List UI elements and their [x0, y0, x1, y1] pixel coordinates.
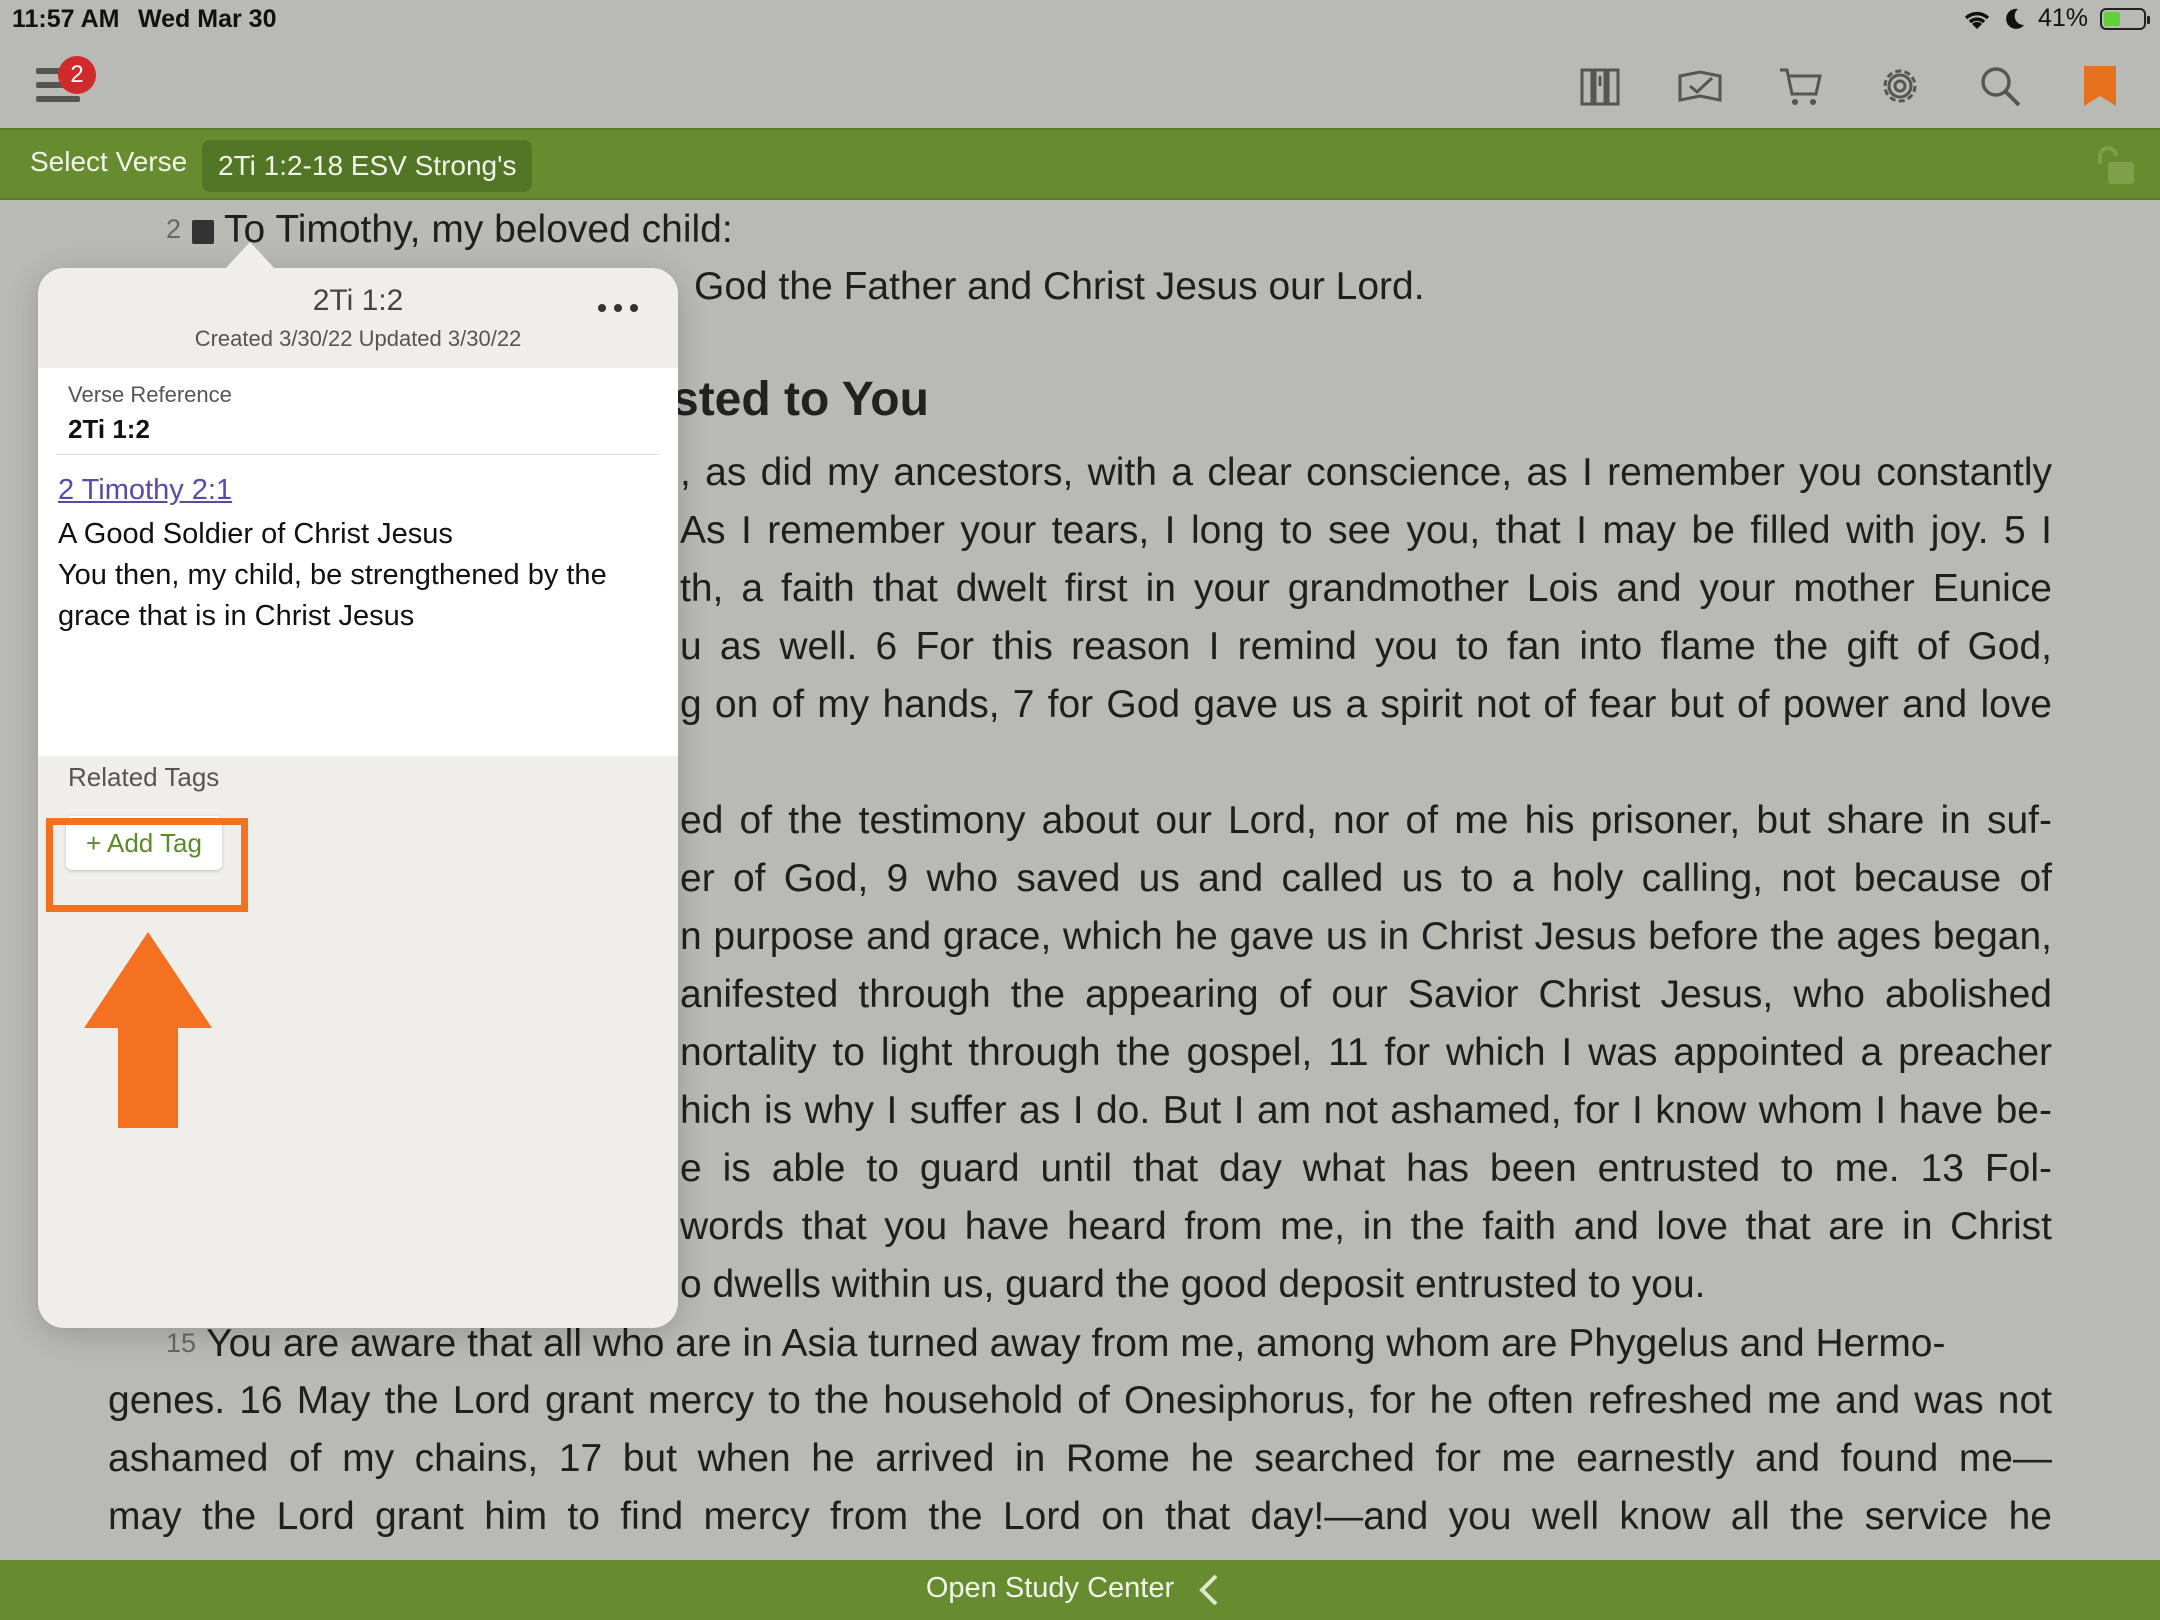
note-text-line: A Good Soldier of Christ Jesus — [58, 518, 453, 550]
popover-arrow — [224, 242, 276, 270]
note-link[interactable]: 2 Timothy 2:1 — [58, 474, 232, 507]
verse-line: 2 To Timothy, my beloved child: — [166, 200, 2110, 259]
verse-line[interactable]: e is able to guard until that day what h… — [680, 1140, 2052, 1198]
verse-line[interactable]: n purpose and grace, which he gave us in… — [680, 908, 2052, 966]
verse-number: 2 — [166, 214, 182, 244]
note-text-line: You then, my child, be strengthened by t… — [58, 559, 607, 632]
status-time: 11:57 AM — [12, 5, 120, 33]
verse-line[interactable]: As I remember your tears, I long to see … — [680, 502, 2052, 560]
bottom-bar[interactable]: Open Study Center — [0, 1560, 2160, 1620]
wifi-icon — [1964, 11, 1990, 29]
chevron-left-icon[interactable] — [1196, 1574, 1222, 1606]
verse-line[interactable]: hich is why I suffer as I do. But I am n… — [680, 1082, 2052, 1140]
battery-icon — [2100, 7, 2150, 30]
verse-line[interactable]: genes. 16 May the Lord grant mercy to th… — [108, 1372, 2052, 1430]
settings-gear-icon[interactable] — [1872, 58, 1928, 114]
status-date: Wed Mar 30 — [138, 5, 277, 33]
verse-line[interactable]: anifested through the appearing of our S… — [680, 966, 2052, 1024]
verse-line[interactable]: u as well. 6 For this reason I remind yo… — [680, 618, 2052, 676]
more-dot — [614, 304, 622, 312]
verse-text[interactable]: You are aware that all who are in Asia t… — [206, 1322, 1945, 1365]
open-study-center-button[interactable]: Open Study Center — [0, 1572, 2100, 1605]
verse-line[interactable]: th, a faith that dwelt first in your gra… — [680, 560, 2052, 618]
arrow-up-icon — [84, 932, 212, 1128]
battery-percent: 41% — [2037, 4, 2088, 32]
highlight-box — [46, 818, 248, 912]
cart-icon[interactable] — [1772, 58, 1828, 114]
note-icon[interactable] — [191, 220, 214, 244]
verse-line[interactable]: o dwells within us, guard the good depos… — [680, 1256, 2052, 1314]
verse-line[interactable]: may the Lord grant him to find mercy fro… — [108, 1488, 2052, 1546]
note-title: 2Ti 1:2 — [312, 284, 404, 317]
verse-line[interactable]: ed of the testimony about our Lord, nor … — [680, 792, 2052, 850]
library-icon[interactable] — [1572, 58, 1628, 114]
verse-line[interactable]: er of God, 9 who saved us and called us … — [680, 850, 2052, 908]
battery-fill — [2104, 11, 2120, 26]
verse-text[interactable]: To Timothy, my beloved child: — [224, 208, 733, 251]
menu-icon-bar — [36, 96, 80, 102]
note-popover: 2Ti 1:2 Created 3/30/22 Updated 3/30/22 … — [38, 242, 678, 1328]
more-options-button[interactable] — [598, 298, 638, 318]
related-tags-label: Related Tags — [68, 762, 220, 792]
verse-line: God the Father and Christ Jesus our Lord… — [694, 258, 2160, 316]
status-right: 41% — [1962, 4, 2150, 33]
verse-reference-label: Verse Reference — [68, 382, 232, 407]
verse-line[interactable]: words that you have heard from me, in th… — [680, 1198, 2052, 1256]
more-dot — [630, 304, 638, 312]
divider — [56, 454, 660, 455]
reading-plan-icon[interactable] — [1672, 58, 1728, 114]
reference-pill[interactable]: 2Ti 1:2-18 ESV Strong's — [202, 140, 533, 192]
notification-badge: 2 — [58, 56, 96, 94]
note-dates: Created 3/30/22 Updated 3/30/22 — [194, 326, 522, 351]
moon-icon — [2006, 8, 2024, 29]
status-bar: 11:57 AM Wed Mar 30 41% — [0, 0, 2160, 40]
select-verse-button[interactable]: Select Verse — [30, 146, 187, 178]
verse-line[interactable]: , as did my ancestors, with a clear cons… — [680, 444, 2052, 502]
toolbar: 2 — [0, 40, 2160, 128]
verse-reference-value[interactable]: 2Ti 1:2 — [68, 414, 150, 445]
note-text[interactable]: A Good Soldier of Christ Jesus You then,… — [58, 514, 658, 637]
popover-header: 2Ti 1:2 Created 3/30/22 Updated 3/30/22 — [38, 268, 678, 368]
section-heading: sted to You — [672, 373, 929, 426]
search-icon[interactable] — [1972, 58, 2028, 114]
verse-text[interactable]: God the Father and Christ Jesus our Lord… — [694, 265, 1425, 308]
more-dots-icon — [598, 304, 606, 312]
verse-number: 15 — [166, 1328, 197, 1358]
note-body: Verse Reference 2Ti 1:2 2 Timothy 2:1 A … — [38, 368, 678, 756]
lock-icon[interactable] — [2094, 146, 2138, 186]
bookmark-icon[interactable] — [2072, 58, 2128, 114]
menu-button[interactable]: 2 — [36, 56, 96, 108]
verse-line[interactable]: g on of my hands, 7 for God gave us a sp… — [680, 676, 2052, 734]
title-bar: Select Verse 2Ti 1:2-18 ESV Strong's — [0, 128, 2160, 200]
verse-line[interactable]: nortality to light through the gospel, 1… — [680, 1024, 2052, 1082]
verse-line[interactable]: ashamed of my chains, 17 but when he arr… — [108, 1430, 2052, 1488]
